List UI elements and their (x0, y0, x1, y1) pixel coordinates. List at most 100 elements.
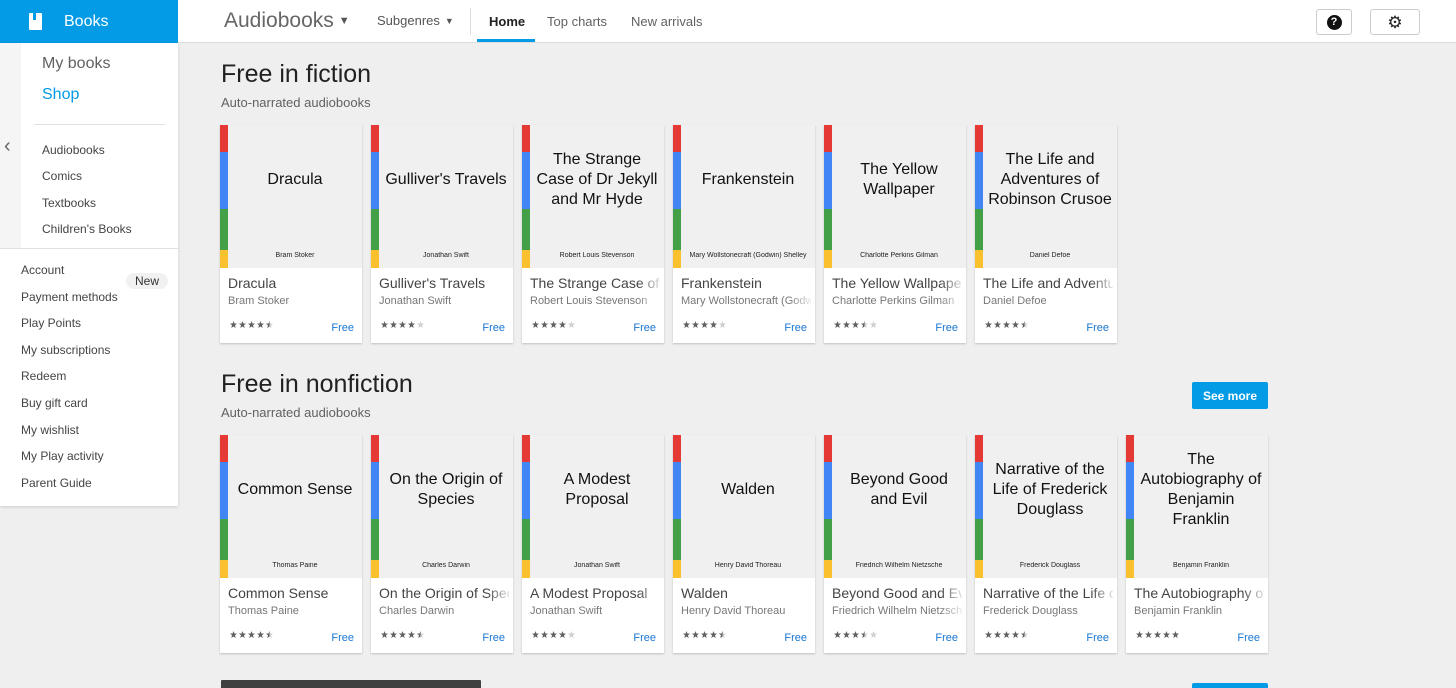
star-icon (701, 631, 708, 638)
book-price[interactable]: Free (482, 632, 505, 644)
book-price[interactable]: Free (331, 632, 354, 644)
star-icon (1172, 631, 1179, 638)
nav-buy-gift-card[interactable]: Buy gift card (21, 396, 88, 410)
tab-top-charts[interactable]: Top charts (547, 14, 607, 29)
book-price[interactable]: Free (1237, 632, 1260, 644)
rating-stars (381, 631, 424, 638)
book-price[interactable]: Free (784, 632, 807, 644)
book-cover[interactable]: Gulliver's Travels Jonathan Swift (371, 125, 513, 268)
book-cover[interactable]: Walden Henry David Thoreau (673, 435, 815, 578)
nav-payment-methods[interactable]: Payment methods (21, 290, 118, 304)
book-card[interactable]: The Life and Adventures of Robinson Crus… (975, 125, 1117, 343)
book-price[interactable]: Free (935, 322, 958, 334)
book-cover[interactable]: Beyond Good and Evil Friedrich Wilhelm N… (824, 435, 966, 578)
book-card[interactable]: The Strange Case of Dr Jekyll and Mr Hyd… (522, 125, 664, 343)
next-see-more-button-partial[interactable] (1192, 683, 1268, 688)
tab-home[interactable]: Home (489, 14, 525, 29)
star-icon (1021, 631, 1028, 638)
star-icon (541, 631, 548, 638)
book-card[interactable]: Narrative of the Life of Frederick Dougl… (975, 435, 1117, 653)
star-icon (266, 631, 273, 638)
cover-color-stripe (522, 435, 530, 578)
nav-category-comics[interactable]: Comics (42, 169, 82, 183)
book-cover[interactable]: Narrative of the Life of Frederick Dougl… (975, 435, 1117, 578)
new-badge: New (126, 273, 168, 289)
book-price[interactable]: Free (1086, 632, 1109, 644)
nav-category-audiobooks[interactable]: Audiobooks (42, 143, 105, 157)
star-icon (230, 321, 237, 328)
see-more-button[interactable]: See more (1192, 382, 1268, 409)
rating-stars (532, 321, 575, 328)
nav-shop[interactable]: Shop (42, 86, 79, 104)
book-card[interactable]: Beyond Good and Evil Friedrich Wilhelm N… (824, 435, 966, 653)
chevron-left-icon[interactable]: ‹ (4, 135, 11, 158)
book-card[interactable]: Common Sense Thomas Paine Common Sense T… (220, 435, 362, 653)
star-icon (1154, 631, 1161, 638)
book-price[interactable]: Free (1086, 322, 1109, 334)
star-icon (710, 321, 717, 328)
star-icon (870, 321, 877, 328)
nav-category-textbooks[interactable]: Textbooks (42, 196, 96, 210)
book-cover[interactable]: On the Origin of Species Charles Darwin (371, 435, 513, 578)
cover-author: Robert Louis Stevenson (559, 252, 635, 259)
book-price[interactable]: Free (935, 632, 958, 644)
rating-stars (834, 321, 877, 328)
nav-redeem[interactable]: Redeem (21, 369, 66, 383)
star-icon (408, 631, 415, 638)
book-cover[interactable]: Common Sense Thomas Paine (220, 435, 362, 578)
star-icon (834, 631, 841, 638)
book-cover[interactable]: A Modest Proposal Jonathan Swift (522, 435, 664, 578)
star-icon (1136, 631, 1143, 638)
star-icon (870, 631, 877, 638)
book-card[interactable]: The Yellow Wallpaper Charlotte Perkins G… (824, 125, 966, 343)
book-price[interactable]: Free (784, 322, 807, 334)
cover-color-stripe (673, 435, 681, 578)
nav-play-points[interactable]: Play Points (21, 316, 81, 330)
book-cover[interactable]: The Strange Case of Dr Jekyll and Mr Hyd… (522, 125, 664, 268)
book-card[interactable]: A Modest Proposal Jonathan Swift A Modes… (522, 435, 664, 653)
star-icon (239, 631, 246, 638)
tab-new-arrivals[interactable]: New arrivals (631, 14, 703, 29)
settings-button[interactable]: ⚙ (1370, 9, 1420, 35)
nav-account[interactable]: Account (21, 263, 64, 277)
cover-title: Beyond Good and Evil (850, 471, 948, 508)
nav-my-books[interactable]: My books (42, 55, 110, 73)
nav-my-wishlist[interactable]: My wishlist (21, 423, 79, 437)
book-price[interactable]: Free (482, 322, 505, 334)
book-price[interactable]: Free (633, 322, 656, 334)
star-icon (541, 321, 548, 328)
books-home-link[interactable]: Books (0, 0, 178, 43)
nav-my-play-activity[interactable]: My Play activity (21, 449, 104, 463)
star-icon (710, 631, 717, 638)
star-icon (248, 321, 255, 328)
subgenres-dropdown[interactable]: Subgenres ▼ (377, 13, 454, 28)
cover-title: The Life and Adventures of Robinson Crus… (988, 151, 1112, 208)
book-price[interactable]: Free (633, 632, 656, 644)
book-card[interactable]: On the Origin of Species Charles Darwin … (371, 435, 513, 653)
books-logo-icon (29, 13, 42, 30)
book-price[interactable]: Free (331, 322, 354, 334)
book-cover[interactable]: The Life and Adventures of Robinson Crus… (975, 125, 1117, 268)
cover-title: On the Origin of Species (389, 471, 503, 508)
cover-title: Dracula (267, 171, 323, 188)
nav-my-subscriptions[interactable]: My subscriptions (21, 343, 110, 357)
nav-parent-guide[interactable]: Parent Guide (21, 476, 92, 490)
book-card[interactable]: The Autobiography of Benjamin Franklin B… (1126, 435, 1268, 653)
cover-color-stripe (220, 435, 228, 578)
book-card[interactable]: Walden Henry David Thoreau Walden Henry … (673, 435, 815, 653)
book-cover[interactable]: The Autobiography of Benjamin Franklin B… (1126, 435, 1268, 578)
book-card[interactable]: Gulliver's Travels Jonathan Swift Gulliv… (371, 125, 513, 343)
star-icon (994, 631, 1001, 638)
book-card[interactable]: Dracula Bram Stoker Dracula Bram Stoker … (220, 125, 362, 343)
book-cover[interactable]: Dracula Bram Stoker (220, 125, 362, 268)
star-icon (532, 321, 539, 328)
nav-category-childrens-books[interactable]: Children's Books (42, 222, 132, 236)
gear-icon: ⚙ (1387, 12, 1403, 32)
star-icon (985, 321, 992, 328)
book-cover[interactable]: Frankenstein Mary Wollstonecraft (Godwin… (673, 125, 815, 268)
star-icon (1012, 631, 1019, 638)
book-cover[interactable]: The Yellow Wallpaper Charlotte Perkins G… (824, 125, 966, 268)
book-card[interactable]: Frankenstein Mary Wollstonecraft (Godwin… (673, 125, 815, 343)
category-dropdown[interactable]: Audiobooks ▼ (224, 8, 350, 34)
help-button[interactable]: ? (1316, 9, 1352, 35)
